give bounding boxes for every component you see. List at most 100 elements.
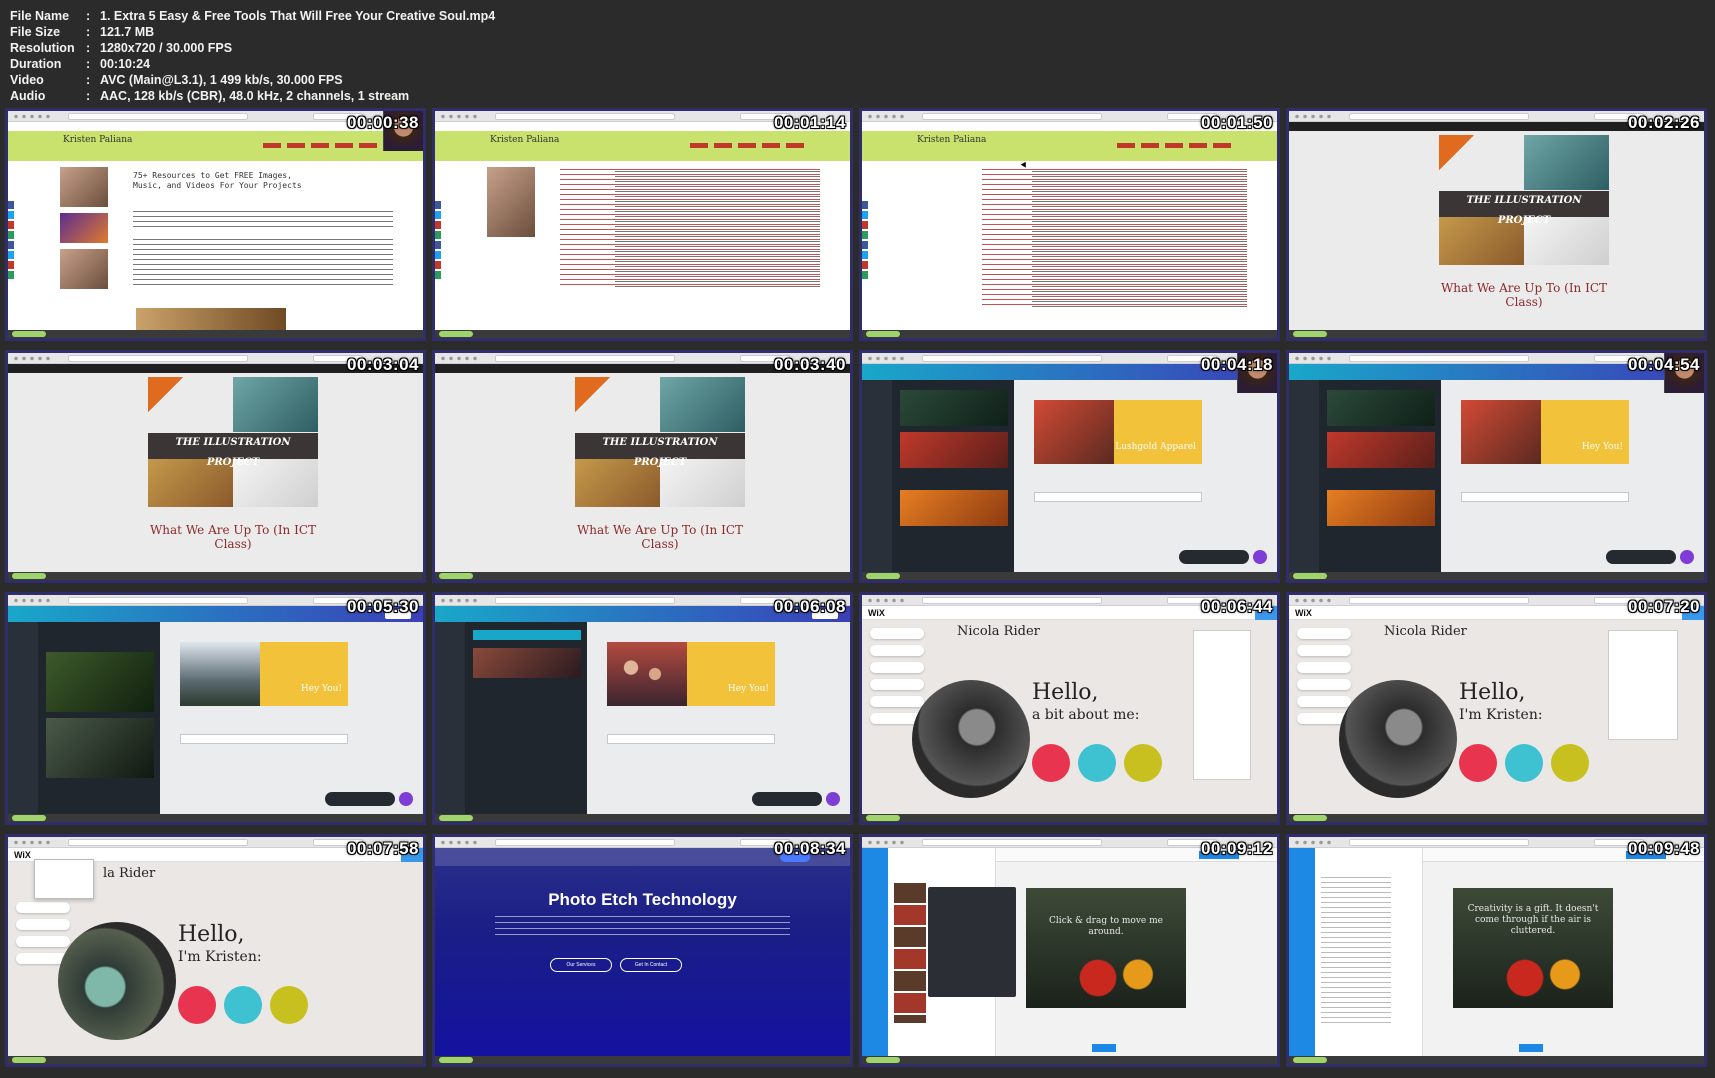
illustration-caption: What We Are Up To (In ICT Class): [1440, 281, 1608, 309]
thumbnail[interactable]: Hey You! 00:05:30: [5, 592, 426, 825]
info-value: AVC (Main@L3.1), 1 499 kb/s, 30.000 FPS: [100, 73, 343, 87]
thumbnail[interactable]: Creativity is a gift. It doesn't come th…: [1286, 834, 1707, 1067]
canva-templates-panel: [1319, 380, 1441, 572]
canva-templates-panel: [892, 380, 1014, 572]
thumbnail[interactable]: Kristen Paliana 00:01:50: [859, 108, 1280, 341]
thumbnail[interactable]: Lushgold Apparel 00:04:18: [859, 350, 1280, 583]
thumbnail[interactable]: WiX la Rider Hello, I'm Kristen: 00:07:58: [5, 834, 426, 1067]
hello-heading: Hello, I'm Kristen:: [178, 922, 262, 965]
thumbnail[interactable]: Hey You! 00:06:08: [432, 592, 853, 825]
info-row-resolution: Resolution:1280x720 / 30.000 FPS: [10, 40, 810, 56]
thumbnail[interactable]: Hey You! 00:04:54: [1286, 350, 1707, 583]
blog-header: Kristen Paliana: [862, 131, 1277, 161]
canva-photos-panel: [38, 622, 160, 814]
save-button[interactable]: [1092, 1044, 1116, 1052]
info-value: AAC, 128 kb/s (CBR), 48.0 kHz, 2 channel…: [100, 89, 410, 103]
card-text: Hey You!: [727, 684, 769, 694]
site-name: Nicola Rider: [1384, 624, 1467, 639]
kpalana-logo: [866, 331, 900, 337]
illustration-banner: THE ILLUSTRATION PROJECT: [575, 433, 745, 468]
blog-image: [136, 308, 286, 330]
illustration-caption: What We Are Up To (In ICT Class): [576, 523, 744, 551]
timestamp: 00:02:26: [1627, 113, 1700, 132]
thumbnail[interactable]: WiX Nicola Rider Hello, a bit about me: 0…: [859, 592, 1280, 825]
info-value: 1280x720 / 30.000 FPS: [100, 41, 233, 55]
canva-side-rail: [8, 622, 38, 814]
save-button[interactable]: [1519, 1044, 1543, 1052]
portrait-image: [1339, 680, 1457, 798]
wix-logo: WiX: [1295, 608, 1312, 618]
canva-uploads-panel: [465, 622, 587, 814]
stencil-side-rail: [1289, 848, 1315, 1056]
thumbnail[interactable]: Click & drag to move me around. 00:09:12: [859, 834, 1280, 1067]
design-card: Hey You!: [607, 642, 775, 706]
stencil-stage: Click & drag to move me around.: [996, 862, 1277, 1056]
share-icons: [8, 201, 14, 281]
blog-header: Kristen Paliana: [435, 131, 850, 161]
card-text: Lushgold Apparel: [1115, 442, 1196, 452]
timestamp: 00:03:40: [773, 355, 846, 374]
help-icon[interactable]: [1680, 550, 1694, 564]
thumbnail[interactable]: Kristen Paliana 00:01:14: [432, 108, 853, 341]
photo-etch-hero: Photo Etch Technology Our Services Get I…: [435, 848, 850, 1056]
help-icon[interactable]: [1253, 550, 1267, 564]
wix-tools-panel: [1193, 630, 1251, 780]
page-dropdown[interactable]: [34, 859, 94, 899]
thumbnail[interactable]: WiX Nicola Rider Hello, I'm Kristen: 00:0…: [1286, 592, 1707, 825]
blog-sidebar: [487, 167, 542, 243]
info-key: File Size: [10, 25, 61, 39]
thumbnail[interactable]: Photo Etch Technology Our Services Get I…: [432, 834, 853, 1067]
timestamp: 00:06:08: [773, 597, 846, 616]
illustration-caption: What We Are Up To (In ICT Class): [149, 523, 317, 551]
kpalana-logo: [12, 1057, 46, 1063]
card-text: Hey You!: [1581, 442, 1623, 452]
info-row-file-size: File Size:121.7 MB: [10, 24, 810, 40]
share-icons: [435, 201, 441, 281]
timestamp: 00:07:20: [1627, 597, 1700, 616]
media-info: File Name:1. Extra 5 Easy & Free Tools T…: [10, 8, 810, 104]
timestamp: 00:05:30: [346, 597, 419, 616]
timestamp: 00:03:04: [346, 355, 419, 374]
blog-author: Kristen Paliana: [490, 135, 560, 145]
info-key: File Name: [10, 9, 70, 23]
blog-post-title: 75+ Resources to Get FREE Images, Music,…: [133, 171, 302, 190]
wix-stage: Nicola Rider Hello, a bit about me:: [862, 620, 1277, 814]
design-card: Lushgold Apparel: [1034, 400, 1202, 464]
stencil-stage: Creativity is a gift. It doesn't come th…: [1423, 862, 1704, 1056]
design-card: Hey You!: [180, 642, 348, 706]
card-text: Hey You!: [300, 684, 342, 694]
timestamp: 00:09:48: [1627, 839, 1700, 858]
our-services-button[interactable]: Our Services: [550, 958, 612, 972]
site-name: la Rider: [103, 866, 156, 881]
info-row-duration: Duration:00:10:24: [10, 56, 810, 72]
canvas-image: Creativity is a gift. It doesn't come th…: [1453, 888, 1613, 1008]
help-icon[interactable]: [826, 792, 840, 806]
thumbnail-grid: Kristen Paliana 75+ Resources to Get FRE…: [5, 108, 1711, 1074]
canva-side-rail: [1289, 380, 1319, 572]
wix-logo: WiX: [868, 608, 885, 618]
thumbnail[interactable]: THE ILLUSTRATION PROJECT What We Are Up …: [1286, 108, 1707, 341]
info-value: 1. Extra 5 Easy & Free Tools That Will F…: [100, 9, 496, 23]
kpalana-logo: [439, 1057, 473, 1063]
blog-header: Kristen Paliana: [8, 131, 423, 161]
thumbnail[interactable]: THE ILLUSTRATION PROJECT What We Are Up …: [432, 350, 853, 583]
canva-stage: Hey You!: [160, 622, 423, 814]
thumbnail[interactable]: THE ILLUSTRATION PROJECT What We Are Up …: [5, 350, 426, 583]
hello-heading: Hello, I'm Kristen:: [1459, 680, 1543, 723]
timestamp: 00:01:14: [773, 113, 846, 132]
mouse-cursor: [1020, 160, 1029, 168]
design-card: Hey You!: [1461, 400, 1629, 464]
kpalana-logo: [439, 331, 473, 337]
timestamp: 00:07:58: [346, 839, 419, 858]
canvas-image: Click & drag to move me around.: [1026, 888, 1186, 1008]
thumbnail[interactable]: Kristen Paliana 75+ Resources to Get FRE…: [5, 108, 426, 341]
share-icons: [862, 201, 868, 281]
kpalana-logo: [1293, 573, 1327, 579]
info-value: 00:10:24: [100, 57, 151, 71]
canva-side-rail: [862, 380, 892, 572]
help-icon[interactable]: [399, 792, 413, 806]
kpalana-logo: [439, 573, 473, 579]
wix-logo: WiX: [14, 850, 31, 860]
get-in-contact-button[interactable]: Get In Contact: [620, 958, 682, 972]
info-row-file-name: File Name:1. Extra 5 Easy & Free Tools T…: [10, 8, 810, 24]
